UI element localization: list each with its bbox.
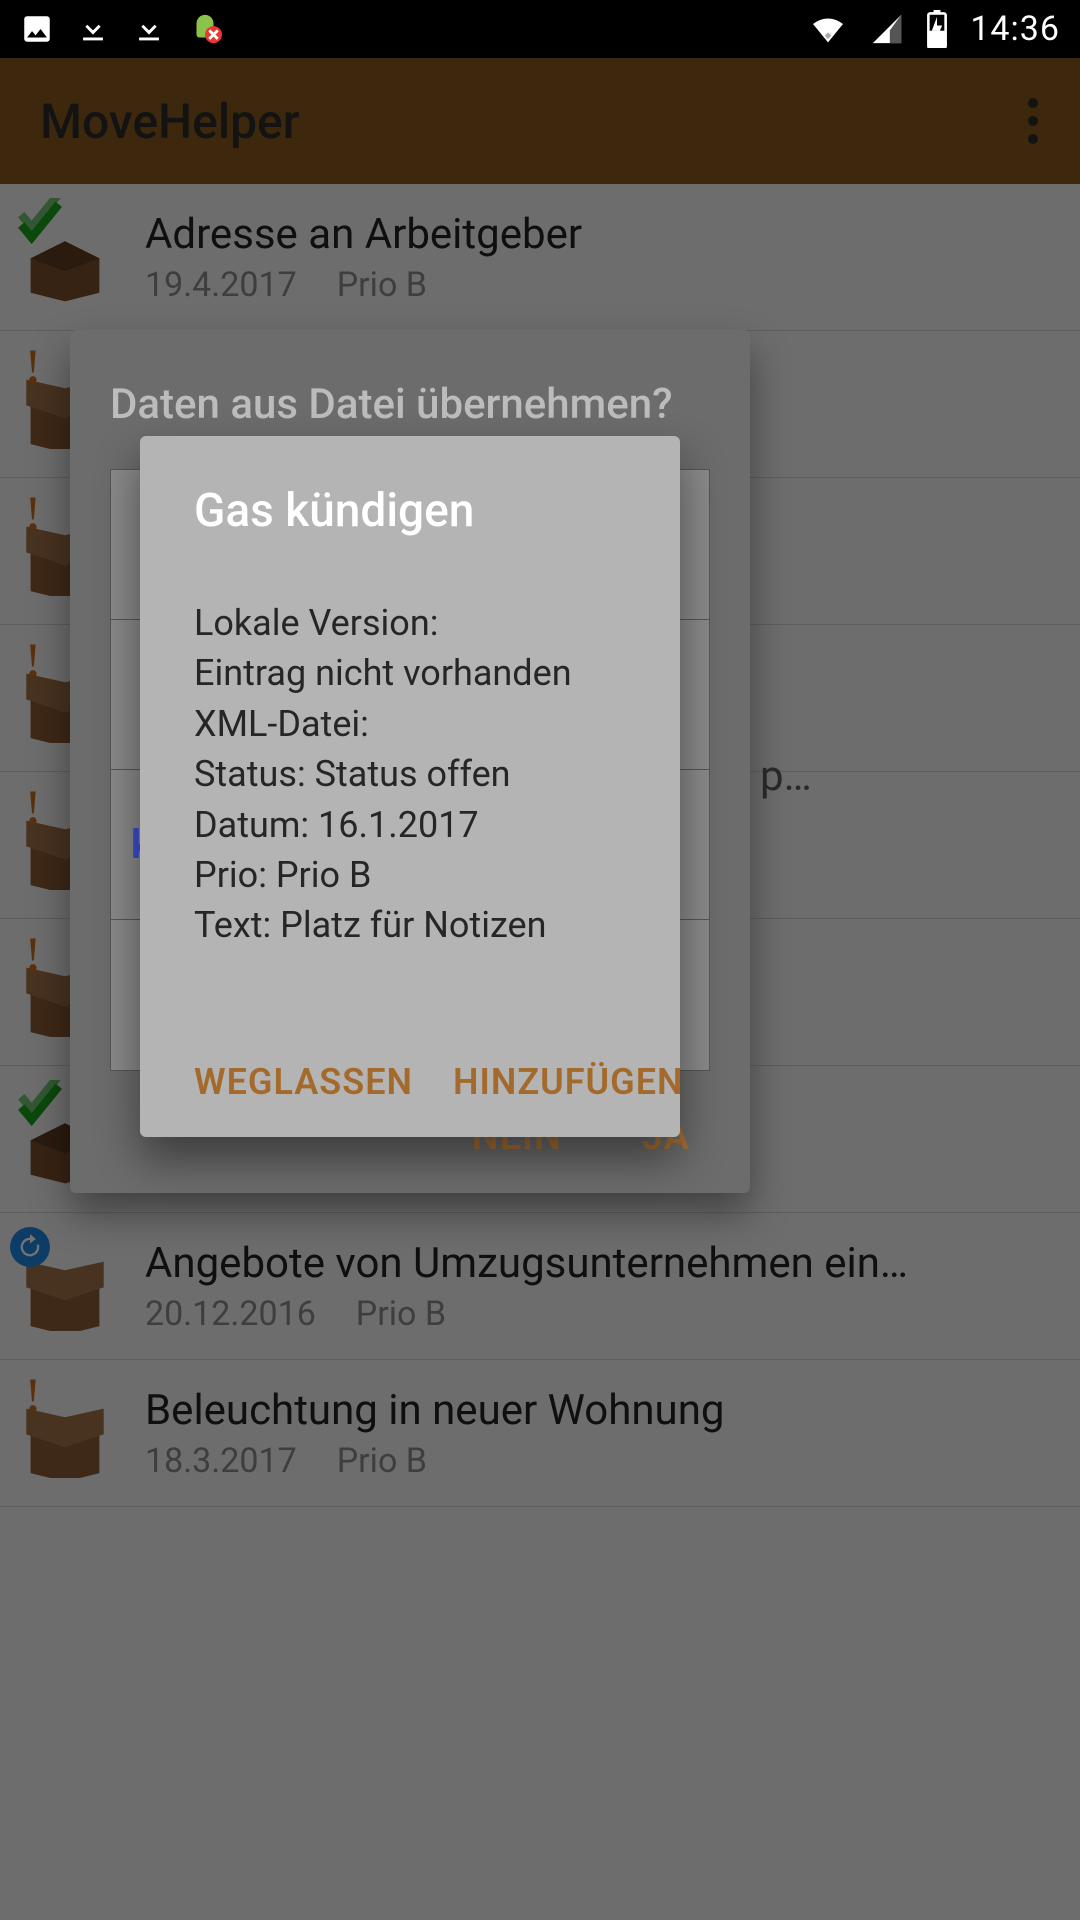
truncated-title-peek: p… (760, 752, 812, 801)
clock: 14:36 (970, 9, 1060, 49)
detail-line: Text: Platz für Notizen (194, 900, 626, 950)
wifi-icon (808, 12, 848, 46)
download-icon (76, 12, 110, 46)
android-debug-icon (188, 12, 222, 46)
status-bar: 14:36 (0, 0, 1080, 58)
detail-line: XML-Datei: (194, 699, 626, 749)
dialog-body: Lokale Version: Eintrag nicht vorhanden … (194, 598, 626, 951)
battery-charging-icon (926, 10, 948, 48)
skip-button[interactable]: WEGLASSEN (194, 1061, 413, 1103)
entry-detail-dialog: Gas kündigen Lokale Version: Eintrag nic… (140, 436, 680, 1137)
detail-line: Prio: Prio B (194, 850, 626, 900)
cell-signal-icon (870, 12, 904, 46)
detail-line: Eintrag nicht vorhanden (194, 648, 626, 698)
download-icon (132, 12, 166, 46)
dialog-title: Gas kündigen (194, 484, 626, 538)
detail-line: Status: Status offen (194, 749, 626, 799)
add-button[interactable]: HINZUFÜGEN (453, 1061, 683, 1103)
detail-line: Datum: 16.1.2017 (194, 800, 626, 850)
gallery-icon (20, 12, 54, 46)
detail-line: Lokale Version: (194, 598, 626, 648)
dialog-title: Daten aus Datei übernehmen? (110, 380, 710, 429)
